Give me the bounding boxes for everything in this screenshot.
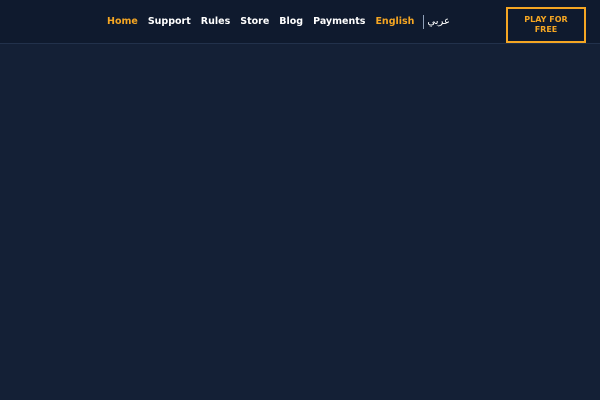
nav-support-link[interactable]: Support xyxy=(148,17,191,27)
language-arabic-link[interactable]: عربي xyxy=(427,17,450,27)
main-content-area xyxy=(0,44,600,400)
language-english-link[interactable]: English xyxy=(375,17,414,27)
site-header: Home Support Rules Store Blog Payments E… xyxy=(0,0,600,44)
nav-store-link[interactable]: Store xyxy=(240,17,269,27)
nav-payments-link[interactable]: Payments xyxy=(313,17,365,27)
nav-home-link[interactable]: Home xyxy=(107,17,138,27)
main-navigation: Home Support Rules Store Blog Payments E… xyxy=(107,0,450,44)
language-divider xyxy=(423,15,425,29)
nav-blog-link[interactable]: Blog xyxy=(279,17,303,27)
nav-rules-link[interactable]: Rules xyxy=(201,17,230,27)
page: Home Support Rules Store Blog Payments E… xyxy=(0,0,600,400)
play-for-free-button[interactable]: PLAY FOR FREE xyxy=(506,7,586,43)
